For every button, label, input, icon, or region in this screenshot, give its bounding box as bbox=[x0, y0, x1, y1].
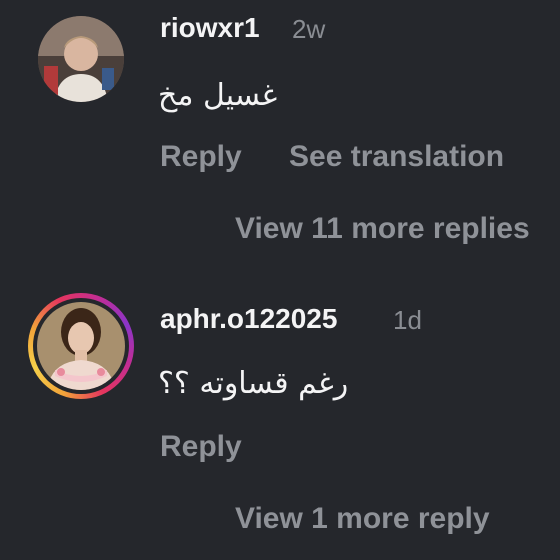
username[interactable]: riowxr1 bbox=[160, 12, 260, 44]
avatar[interactable] bbox=[38, 16, 124, 102]
avatar-photo bbox=[37, 302, 125, 390]
see-translation-button[interactable]: See translation bbox=[289, 140, 504, 174]
story-ring[interactable] bbox=[28, 293, 134, 399]
timestamp: 2w bbox=[292, 14, 326, 44]
comment-text: رغم قساوته ؟؟ bbox=[158, 366, 349, 401]
avatar[interactable] bbox=[37, 302, 125, 390]
comment-text: غسيل مخ bbox=[158, 78, 278, 113]
timestamp: 1d bbox=[393, 305, 422, 335]
view-more-replies-button[interactable]: View 11 more replies bbox=[235, 212, 530, 246]
reply-button[interactable]: Reply bbox=[160, 140, 242, 174]
comment-item: riowxr1 2w غسيل مخ Reply See translation… bbox=[0, 0, 560, 290]
view-more-replies-button[interactable]: View 1 more reply bbox=[235, 502, 490, 536]
username[interactable]: aphr.o122025 bbox=[160, 303, 337, 335]
comment-item: aphr.o122025 1d رغم قساوته ؟؟ Reply View… bbox=[0, 290, 560, 560]
avatar-photo bbox=[38, 16, 124, 102]
reply-button[interactable]: Reply bbox=[160, 430, 242, 464]
